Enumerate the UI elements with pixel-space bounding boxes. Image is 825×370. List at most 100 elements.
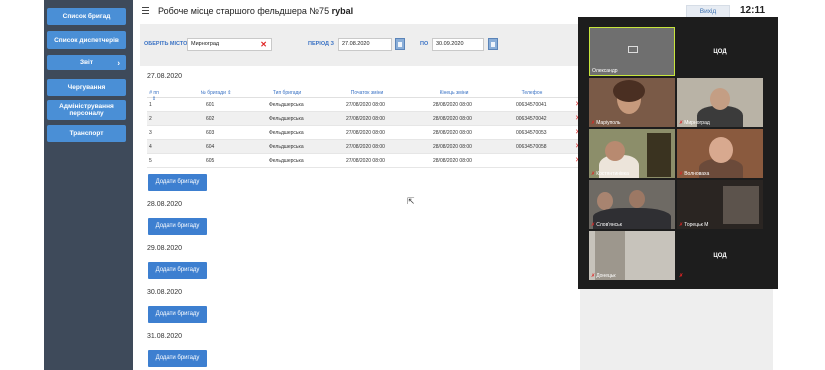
participant-name: Волноваха xyxy=(684,171,710,177)
period-to-input[interactable]: 30.09.2020 xyxy=(432,38,484,51)
video-tile[interactable]: ✗Костянтинівка xyxy=(589,129,675,178)
participant-name: ЦОД xyxy=(713,48,727,55)
cell-start: 27/08/2020 08:00 xyxy=(346,144,385,150)
cell-brigade-no: 602 xyxy=(206,116,215,122)
day-date: 29.08.2020 xyxy=(147,245,183,252)
add-brigade-button[interactable]: Додати бригаду xyxy=(148,350,207,367)
cell-end: 28/08/2020 08:00 xyxy=(433,102,472,108)
sidebar: Список бригад Список диспетчерів Звіт › … xyxy=(44,0,133,370)
cell-index: 4 xyxy=(149,144,152,150)
cell-end: 28/08/2020 08:00 xyxy=(433,130,472,136)
video-tile[interactable]: Олександр xyxy=(589,27,675,76)
add-brigade-button[interactable]: Додати бригаду xyxy=(148,306,207,323)
cell-phone: 00634570058 xyxy=(516,144,547,150)
participant-name: Торецьк М xyxy=(684,222,709,228)
cell-index: 5 xyxy=(149,158,152,164)
table-row[interactable]: 1 601 Фельдшерська 27/08/2020 08:00 28/0… xyxy=(147,98,581,112)
participant-name: Олександр xyxy=(592,68,618,74)
cell-start: 27/08/2020 08:00 xyxy=(346,130,385,136)
cell-brigade-no: 603 xyxy=(206,130,215,136)
cell-end: 28/08/2020 08:00 xyxy=(433,116,472,122)
sidebar-item-brigades[interactable]: Список бригад xyxy=(47,8,126,25)
add-brigade-button[interactable]: Додати бригаду xyxy=(148,218,207,235)
calendar-icon[interactable] xyxy=(395,38,405,50)
day-date: 31.08.2020 xyxy=(147,333,183,340)
mic-muted-icon: ✗ xyxy=(591,171,596,177)
cell-brigade-no: 604 xyxy=(206,144,215,150)
clock: 12:11 xyxy=(740,5,766,16)
sidebar-item-staff-admin[interactable]: Адміністрування персоналу xyxy=(47,100,126,120)
chevron-right-icon: › xyxy=(117,58,120,67)
video-tile[interactable]: ✗Торецьк М xyxy=(677,180,763,229)
participant-name: Мирноград xyxy=(684,120,710,126)
col-header-end: Кінець зміни xyxy=(439,90,469,96)
cell-end: 28/08/2020 08:00 xyxy=(433,144,472,150)
video-tile[interactable]: ✗Мирноград xyxy=(677,78,763,127)
table-row[interactable]: 5 605 Фельдшерська 27/08/2020 08:00 28/0… xyxy=(147,154,581,168)
cell-phone: 00634570041 xyxy=(516,102,547,108)
video-tile[interactable]: ЦОД ✗ xyxy=(677,231,763,280)
brigade-table: # пп ⇕ № бригади ⇕ Тип бригади Початок з… xyxy=(147,89,581,168)
city-select[interactable]: Мирноград ✕ xyxy=(187,38,272,51)
participant-name: Слов'янськ xyxy=(596,222,622,228)
calendar-icon[interactable] xyxy=(488,38,498,50)
cell-index: 1 xyxy=(149,102,152,108)
city-label: ОБЕРІТЬ МІСТО xyxy=(144,41,188,47)
cell-type: Фельдшерська xyxy=(269,158,304,164)
sidebar-item-label: Звіт xyxy=(79,59,94,66)
participant-name: ЦОД xyxy=(713,252,727,259)
cell-brigade-no: 601 xyxy=(206,102,215,108)
table-row[interactable]: 4 604 Фельдшерська 27/08/2020 08:00 28/0… xyxy=(147,140,581,154)
participant-name: Маріуполь xyxy=(596,120,621,126)
sidebar-item-report[interactable]: Звіт › xyxy=(47,55,126,70)
right-margin xyxy=(778,0,825,370)
period-from-label: ПЕРІОД З xyxy=(308,41,334,47)
mic-muted-icon: ✗ xyxy=(679,171,684,177)
col-header-phone: Телефон xyxy=(521,90,543,96)
cell-start: 27/08/2020 08:00 xyxy=(346,158,385,164)
cell-end: 28/08/2020 08:00 xyxy=(433,158,472,164)
cell-brigade-no: 605 xyxy=(206,158,215,164)
cell-phone: 00634570053 xyxy=(516,130,547,136)
day-date: 30.08.2020 xyxy=(147,289,183,296)
cell-type: Фельдшерська xyxy=(269,144,304,150)
participant-name: Костянтинівка xyxy=(596,171,629,177)
period-from-input[interactable]: 27.08.2020 xyxy=(338,38,392,51)
cell-phone: 00634570042 xyxy=(516,116,547,122)
mic-muted-icon: ✗ xyxy=(591,222,596,228)
video-tile[interactable]: ЦОД xyxy=(677,27,763,76)
col-header-brigade-no[interactable]: № бригади ⇕ xyxy=(192,90,240,96)
video-conference-panel: Олександр ЦОД ✗Маріуполь ✗Мирноград ✗Кос… xyxy=(578,17,780,289)
day-date: 27.08.2020 xyxy=(147,73,183,80)
schedule-panel: 27.08.2020 # пп ⇕ № бригади ⇕ Тип бригад… xyxy=(140,66,581,370)
col-header-start: Початок зміни xyxy=(350,90,384,96)
cell-type: Фельдшерська xyxy=(269,102,304,108)
cell-start: 27/08/2020 08:00 xyxy=(346,102,385,108)
col-header-type: Тип бригади xyxy=(272,90,302,96)
clear-icon[interactable]: ✕ xyxy=(260,39,267,50)
mic-muted-icon: ✗ xyxy=(679,222,684,228)
table-row[interactable]: 2 602 Фельдшерська 27/08/2020 08:00 28/0… xyxy=(147,112,581,126)
sidebar-item-transport[interactable]: Транспорт xyxy=(47,125,126,142)
cell-type: Фельдшерська xyxy=(269,130,304,136)
period-to-value: 30.09.2020 xyxy=(436,41,464,47)
mic-muted-icon: ✗ xyxy=(679,120,684,126)
table-row[interactable]: 3 603 Фельдшерська 27/08/2020 08:00 28/0… xyxy=(147,126,581,140)
mouse-cursor-icon: ⇱ xyxy=(407,196,415,206)
add-brigade-button[interactable]: Додати бригаду xyxy=(148,174,207,191)
video-tile[interactable]: ✗Маріуполь xyxy=(589,78,675,127)
hamburger-menu-icon[interactable] xyxy=(142,7,149,16)
page-title-text: Робоче місце старшого фельдшера №75 xyxy=(158,6,330,16)
day-date: 28.08.2020 xyxy=(147,201,183,208)
mic-muted-icon: ✗ xyxy=(591,120,596,126)
filter-bar: ОБЕРІТЬ МІСТО Мирноград ✕ ПЕРІОД З 27.08… xyxy=(140,33,580,55)
sidebar-item-shifts[interactable]: Чергування xyxy=(47,79,126,96)
video-tile[interactable]: ✗Донецьк xyxy=(589,231,675,280)
sidebar-item-dispatchers[interactable]: Список диспетчерів xyxy=(47,31,126,49)
video-tile[interactable]: ✗Волноваха xyxy=(677,129,763,178)
cell-index: 3 xyxy=(149,130,152,136)
add-brigade-button[interactable]: Додати бригаду xyxy=(148,262,207,279)
video-tile[interactable]: ✗Слов'янськ xyxy=(589,180,675,229)
period-to-label: ПО xyxy=(420,41,429,47)
page-title: Робоче місце старшого фельдшера №75 ryba… xyxy=(158,6,353,16)
